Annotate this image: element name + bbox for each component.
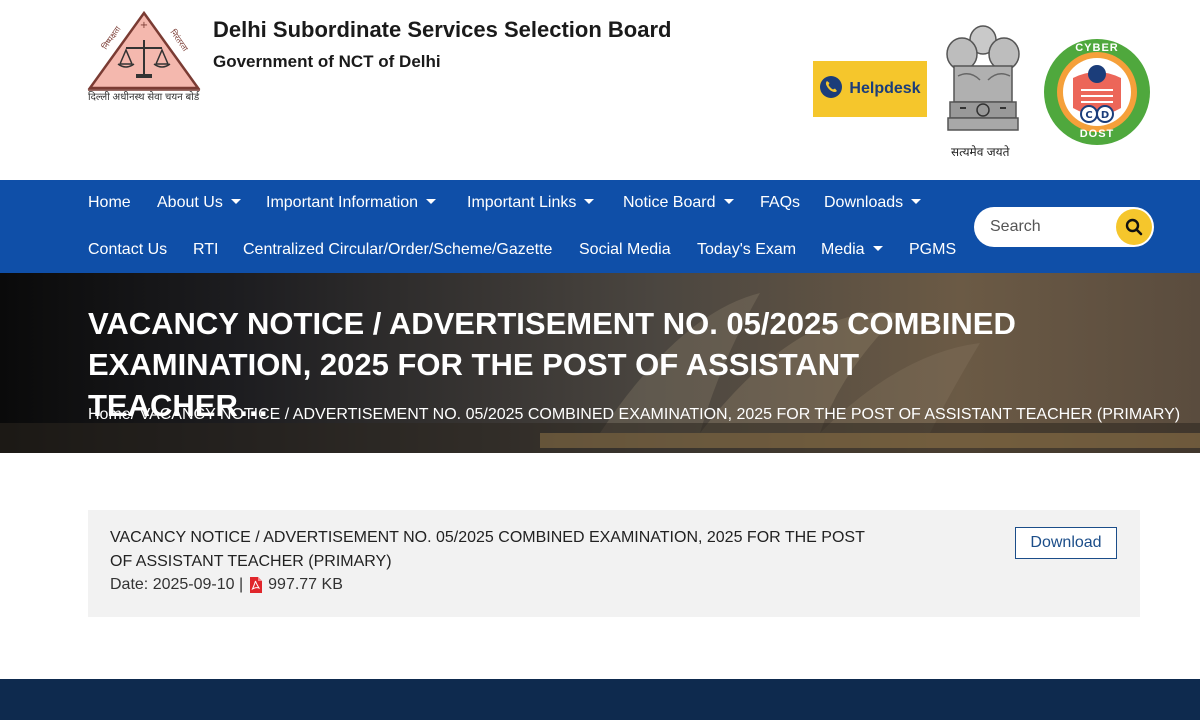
caret-down-icon — [911, 199, 922, 204]
search-input[interactable] — [990, 215, 1110, 239]
main-navigation: Home About Us Important Information Impo… — [0, 180, 1200, 273]
nav-centralized-circular[interactable]: Centralized Circular/Order/Scheme/Gazett… — [243, 241, 552, 259]
org-subtitle: Government of NCT of Delhi — [213, 52, 441, 71]
national-emblem — [940, 20, 1026, 142]
cyber-label-bottom: DOST — [1079, 128, 1115, 140]
caret-down-icon — [872, 246, 883, 251]
search-button[interactable] — [1116, 209, 1152, 245]
nav-pgms[interactable]: PGMS — [909, 241, 956, 259]
breadcrumb-home-link[interactable]: Home — [88, 406, 131, 423]
svg-text:C: C — [1085, 110, 1092, 121]
nav-important-links[interactable]: Important Links — [467, 194, 595, 212]
org-title: Delhi Subordinate Services Selection Boa… — [213, 17, 672, 42]
notice-date: Date: 2025-09-10 | — [110, 576, 244, 593]
notice-title: VACANCY NOTICE / ADVERTISEMENT NO. 05/20… — [110, 529, 865, 570]
svg-text:D: D — [1101, 110, 1109, 121]
site-header: + निष्पक्षता निरंतरता दिल्ली अधीनस्थ सेव… — [0, 0, 1200, 180]
caret-down-icon — [584, 199, 595, 204]
caret-down-icon — [230, 199, 241, 204]
emblem-caption: सत्यमेव जयते — [951, 145, 1010, 159]
file-size: 997.77 KB — [268, 576, 343, 593]
notice-meta: Date: 2025-09-10 | 997.77 KB — [110, 576, 343, 594]
search-box — [974, 207, 1154, 247]
nav-downloads[interactable]: Downloads — [824, 194, 922, 212]
caret-down-icon — [426, 199, 437, 204]
nav-social-media[interactable]: Social Media — [579, 241, 671, 259]
breadcrumb-current: / VACANCY NOTICE / ADVERTISEMENT NO. 05/… — [130, 406, 1181, 423]
pdf-icon — [250, 577, 263, 593]
search-icon — [1125, 218, 1143, 236]
caret-down-icon — [723, 199, 734, 204]
download-button[interactable]: Download — [1015, 527, 1117, 559]
nav-notice-board[interactable]: Notice Board — [623, 194, 734, 212]
notice-card: VACANCY NOTICE / ADVERTISEMENT NO. 05/20… — [88, 510, 1140, 617]
cyber-dost-logo[interactable]: C D CYBER DOST — [1043, 38, 1151, 146]
helpdesk-button[interactable]: Helpdesk — [813, 61, 927, 117]
nav-contact-us[interactable]: Contact Us — [88, 241, 167, 259]
nav-faqs[interactable]: FAQs — [760, 194, 800, 212]
breadcrumb: Home/ VACANCY NOTICE / ADVERTISEMENT NO.… — [88, 406, 1180, 424]
footer — [0, 679, 1200, 720]
cyber-label-top: CYBER — [1075, 42, 1119, 54]
nav-about-us[interactable]: About Us — [157, 194, 241, 212]
page-hero-banner: VACANCY NOTICE / ADVERTISEMENT NO. 05/20… — [0, 273, 1200, 453]
nav-important-information[interactable]: Important Information — [266, 194, 437, 212]
nav-media[interactable]: Media — [821, 241, 883, 259]
helpdesk-label: Helpdesk — [849, 80, 921, 97]
logo-caption: दिल्ली अधीनस्थ सेवा चयन बोर्ड — [88, 92, 200, 103]
nav-rti[interactable]: RTI — [193, 241, 218, 259]
phone-icon — [819, 75, 843, 104]
dsssb-logo[interactable]: + निष्पक्षता निरंतरता दिल्ली अधीनस्थ सेव… — [86, 10, 202, 104]
svg-text:+: + — [140, 20, 148, 31]
nav-home[interactable]: Home — [88, 194, 131, 212]
nav-todays-exam[interactable]: Today's Exam — [697, 241, 796, 259]
